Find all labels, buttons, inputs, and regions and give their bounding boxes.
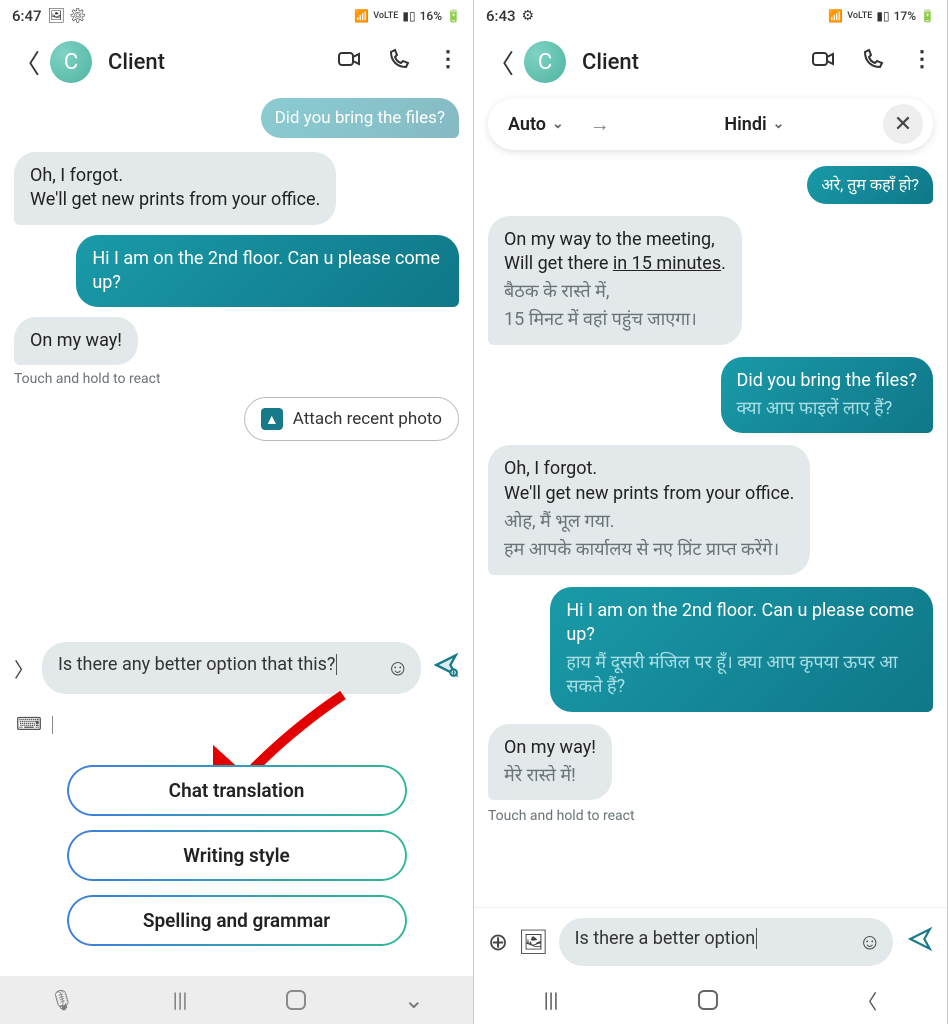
- writing-style-button[interactable]: Writing style: [67, 830, 407, 881]
- arrow-right-icon: →: [590, 112, 610, 137]
- outgoing-message[interactable]: Hi I am on the 2nd floor. Can u please c…: [550, 587, 933, 712]
- incoming-message[interactable]: On my way! मेरे रास्ते में!: [488, 724, 612, 801]
- battery-icon: 🔋: [920, 9, 935, 23]
- attach-recent-photo-button[interactable]: ▲ Attach recent photo: [244, 397, 459, 441]
- lte-icon: VoLTE: [373, 11, 398, 21]
- phone-left: 6:47 🖼 ⚙ 📶 VoLTE ▮▯ 16% 🔋 〈 C Client ⋮ D…: [0, 0, 474, 1024]
- nav-bar: ||| 〈: [474, 976, 947, 1024]
- recents-button[interactable]: |||: [173, 988, 188, 1012]
- more-icon[interactable]: ⋮: [437, 47, 459, 77]
- more-icon[interactable]: ⋮: [911, 47, 933, 77]
- send-button[interactable]: [907, 926, 933, 958]
- chevron-down-icon: ⌄: [773, 116, 785, 132]
- status-bar: 6:47 🖼 ⚙ 📶 VoLTE ▮▯ 16% 🔋: [0, 0, 473, 32]
- home-button[interactable]: [286, 990, 306, 1010]
- voice-call-icon[interactable]: [861, 47, 885, 77]
- avatar[interactable]: C: [50, 41, 92, 83]
- input-row: ⊕ 🖼 Is there a better option ☺: [474, 907, 947, 976]
- react-hint: Touch and hold to react: [488, 808, 635, 824]
- incoming-message[interactable]: Oh, I forgot. We'll get new prints from …: [14, 152, 336, 225]
- gallery-button[interactable]: 🖼: [518, 928, 548, 956]
- react-hint: Touch and hold to react: [14, 371, 161, 387]
- keyboard-icon: ⌨: [16, 714, 42, 735]
- battery-text: 17%: [894, 9, 916, 23]
- status-time: 6:47: [12, 7, 42, 25]
- faded-outgoing-message: Did you bring the files?: [261, 98, 459, 138]
- nav-bar: 🎙 ||| ⌄: [0, 976, 473, 1024]
- back-nav-button[interactable]: 〈: [857, 986, 877, 1015]
- input-row: 〉 Is there any better option that this? …: [0, 632, 473, 704]
- recents-button[interactable]: |||: [544, 988, 559, 1012]
- outgoing-message[interactable]: Did you bring the files? क्या आप फाइलें …: [721, 357, 933, 434]
- chat-header: 〈 C Client ⋮: [0, 32, 473, 92]
- video-call-icon[interactable]: [811, 47, 835, 77]
- mic-icon[interactable]: 🎙: [49, 988, 74, 1012]
- chevron-down-icon: ⌄: [552, 116, 564, 132]
- chat-translation-button[interactable]: Chat translation: [67, 765, 407, 816]
- outgoing-message[interactable]: Hi I am on the 2nd floor. Can u please c…: [76, 235, 459, 308]
- assist-options: Chat translation Writing style Spelling …: [0, 745, 473, 976]
- status-time: 6:43: [486, 7, 516, 25]
- close-translate-button[interactable]: ✕: [883, 104, 923, 144]
- battery-text: 16%: [420, 9, 442, 23]
- send-button[interactable]: [433, 652, 459, 684]
- back-button[interactable]: 〈: [488, 44, 508, 81]
- incoming-message[interactable]: On my way to the meeting, Will get there…: [488, 216, 742, 345]
- messages-list: अरे, तुम कहाँ हो? On my way to the meeti…: [474, 160, 947, 907]
- battery-icon: 🔋: [446, 9, 461, 23]
- wifi-icon: 📶: [354, 9, 369, 23]
- translate-to[interactable]: Hindi ⌄: [636, 114, 873, 135]
- status-icons: 🖼 ⚙: [48, 8, 87, 24]
- emoji-icon[interactable]: ☺: [387, 655, 409, 681]
- spelling-grammar-button[interactable]: Spelling and grammar: [67, 895, 407, 946]
- signal-icon: ▮▯: [402, 9, 415, 23]
- keyboard-tab[interactable]: ⌨: [0, 704, 473, 745]
- attach-label: Attach recent photo: [293, 409, 442, 429]
- add-button[interactable]: ⊕: [488, 928, 508, 956]
- back-nav-button[interactable]: ⌄: [404, 986, 424, 1014]
- incoming-message[interactable]: On my way!: [14, 317, 138, 365]
- photo-icon: ▲: [261, 408, 283, 430]
- status-bar: 6:43 ⚙ 📶 VoLTE ▮▯ 17% 🔋: [474, 0, 947, 32]
- expand-button[interactable]: 〉: [14, 654, 34, 683]
- back-button[interactable]: 〈: [14, 44, 34, 81]
- contact-name[interactable]: Client: [108, 50, 321, 75]
- voice-call-icon[interactable]: [387, 47, 411, 77]
- contact-name[interactable]: Client: [582, 50, 795, 75]
- outgoing-message[interactable]: अरे, तुम कहाँ हो?: [807, 166, 933, 204]
- emoji-icon[interactable]: ☺: [859, 929, 881, 955]
- chat-header: 〈 C Client ⋮: [474, 32, 947, 92]
- signal-icon: ▮▯: [876, 9, 889, 23]
- incoming-message[interactable]: Oh, I forgot. We'll get new prints from …: [488, 445, 810, 574]
- avatar[interactable]: C: [524, 41, 566, 83]
- translate-bar: Auto ⌄ → Hindi ⌄ ✕: [488, 98, 933, 150]
- phone-right: 6:43 ⚙ 📶 VoLTE ▮▯ 17% 🔋 〈 C Client ⋮ Aut…: [474, 0, 948, 1024]
- translate-from[interactable]: Auto ⌄: [508, 114, 564, 135]
- lte-icon: VoLTE: [847, 11, 872, 21]
- status-icons: ⚙: [522, 8, 535, 24]
- message-input[interactable]: Is there a better option ☺: [559, 918, 893, 966]
- messages-list: Did you bring the files? Oh, I forgot. W…: [0, 92, 473, 632]
- message-input[interactable]: Is there any better option that this? ☺: [42, 642, 421, 694]
- video-call-icon[interactable]: [337, 47, 361, 77]
- wifi-icon: 📶: [828, 9, 843, 23]
- home-button[interactable]: [698, 990, 718, 1010]
